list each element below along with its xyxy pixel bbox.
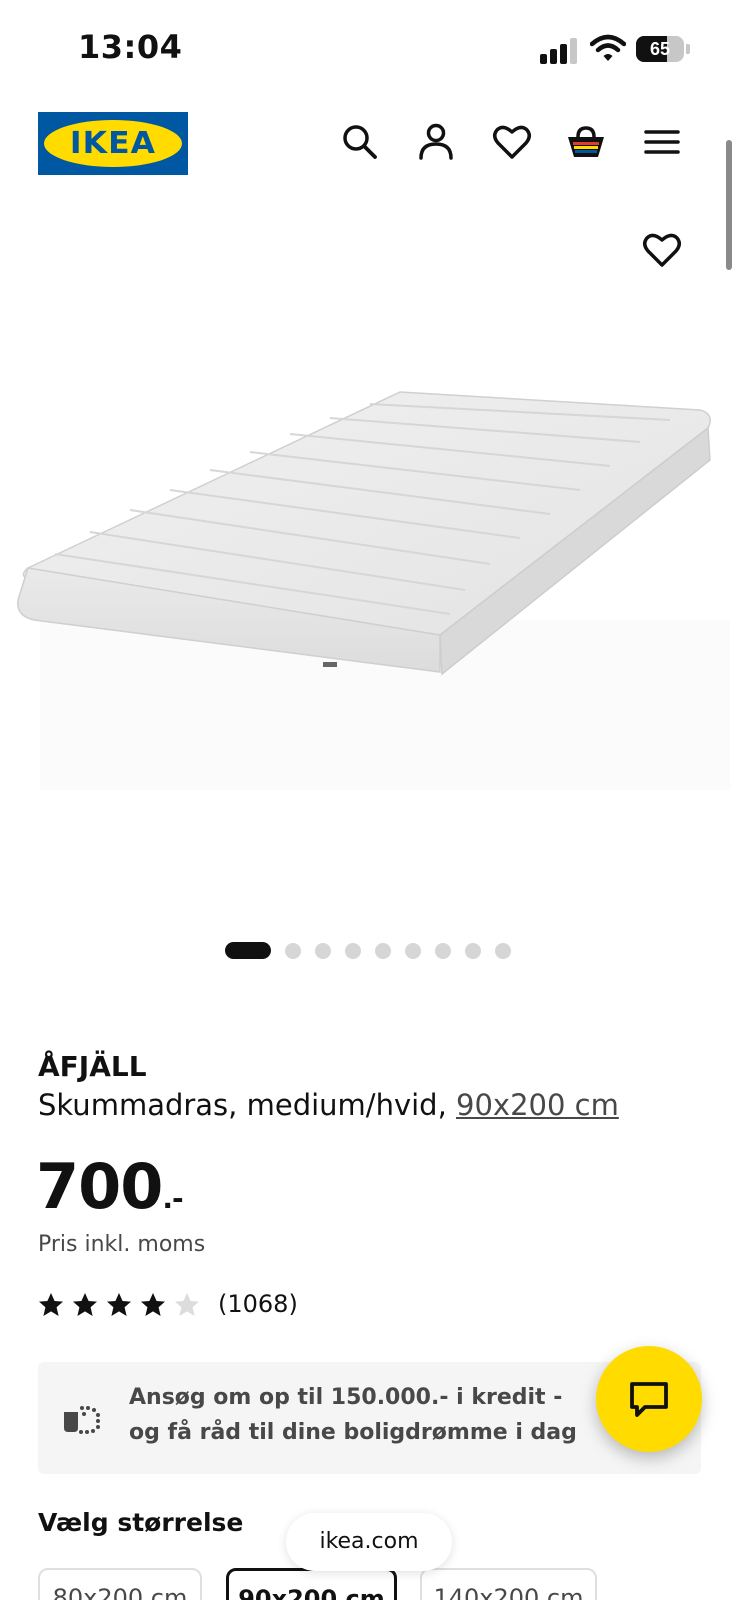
product-name: ÅFJÄLL [38,1050,147,1083]
page-scrollbar[interactable] [726,140,732,270]
star-filled-icon [73,1293,97,1316]
carousel-dot[interactable] [405,943,421,959]
size-option-80x200[interactable]: 80x200 cm [38,1568,202,1600]
site-header: IKEA [0,100,739,190]
wifi-icon [590,34,626,61]
price-note: Pris inkl. moms [38,1232,206,1257]
carousel-dot[interactable] [375,943,391,959]
status-bar: 13:04 65 [0,0,739,100]
credit-card-icon [64,1406,100,1434]
cellular-signal-icon [540,38,578,64]
search-icon[interactable] [340,122,380,162]
review-count[interactable]: (1068) [218,1290,298,1318]
carousel-dot[interactable] [435,943,451,959]
battery-icon: 65 [636,36,690,62]
price-amount: 700 [36,1150,163,1223]
basket-icon[interactable] [566,122,606,162]
product-type: Skummadras, medium/hvid, [38,1088,457,1122]
product-image-mattress[interactable] [10,380,730,810]
product-size-link[interactable]: 90x200 cm [456,1088,619,1122]
carousel-dot[interactable] [495,943,511,959]
carousel-dot[interactable] [225,942,271,959]
star-empty-icon [175,1293,199,1316]
chat-button[interactable] [596,1346,702,1452]
credit-banner-text: Ansøg om op til 150.000.- i kredit - og … [129,1385,577,1445]
size-section-heading: Vælg størrelse [38,1508,244,1537]
carousel-dot[interactable] [345,943,361,959]
product-price: 700.- [36,1150,184,1223]
browser-url-bar[interactable]: ikea.com [286,1513,452,1571]
account-icon[interactable] [416,122,456,162]
carousel-dot[interactable] [315,943,331,959]
price-suffix: .- [162,1182,183,1215]
carousel-dot[interactable] [465,943,481,959]
status-time: 13:04 [78,28,183,66]
heart-icon[interactable] [492,122,532,162]
ikea-logo[interactable]: IKEA [38,112,188,175]
size-option-90x200[interactable]: 90x200 cm [226,1568,397,1600]
size-option-140x200[interactable]: 140x200 cm [420,1568,597,1600]
product-description: Skummadras, medium/hvid, 90x200 cm [38,1088,619,1122]
star-filled-icon [107,1293,131,1316]
star-filled-icon [141,1293,165,1316]
chat-bubble-icon [630,1382,668,1417]
add-to-favourites-icon[interactable] [642,230,682,270]
battery-level: 65 [649,39,671,59]
carousel-dot[interactable] [285,943,301,959]
star-filled-icon [39,1293,63,1316]
logo-text: IKEA [69,126,157,161]
menu-icon[interactable] [642,122,682,162]
